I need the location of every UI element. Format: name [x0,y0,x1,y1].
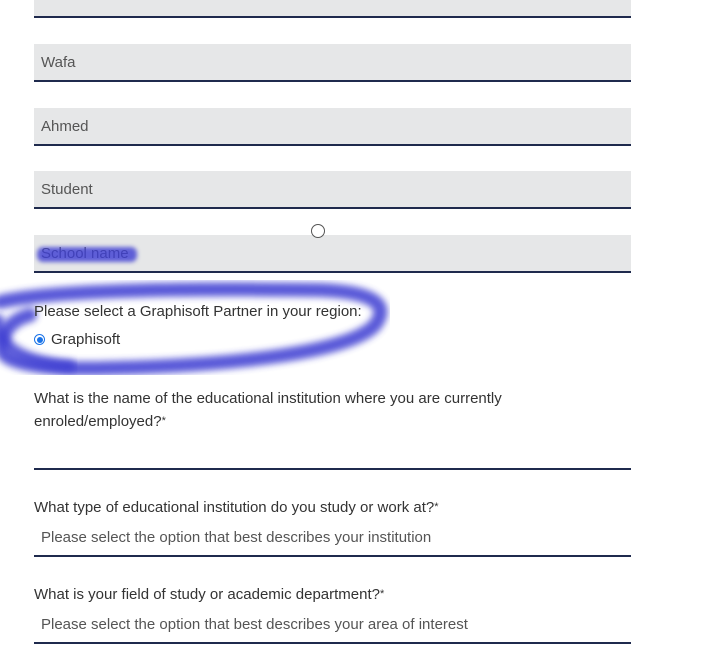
scribble-annotation [0,282,388,375]
previous-field[interactable] [34,0,631,18]
first-name-field[interactable]: Wafa [34,44,631,82]
field-of-study-select[interactable]: Please select the option that best descr… [34,613,631,644]
institution-question-text: What is the name of the educational inst… [34,390,502,430]
required-marker: * [434,501,439,513]
last-name-field[interactable]: Ahmed [34,108,631,146]
partner-question-label: Please select a Graphisoft Partner in yo… [34,303,362,320]
role-field[interactable]: Student [34,171,631,209]
partner-radio-option[interactable]: Graphisoft [34,331,120,348]
institution-name-input[interactable] [34,440,631,470]
role-value: Student [41,180,93,198]
last-name-value: Ahmed [41,117,89,135]
institution-type-text: What type of educational institution do … [34,499,435,516]
field-of-study-label: What is your field of study or academic … [34,583,384,606]
institution-type-label: What type of educational institution do … [34,496,439,519]
required-marker: * [161,415,166,427]
school-value-obscured: School name [41,244,129,262]
school-field[interactable]: School name [34,235,631,273]
registration-form: Wafa Ahmed Student School name Please se… [0,0,719,660]
institution-type-select[interactable]: Please select the option that best descr… [34,526,631,557]
first-name-value: Wafa [41,53,76,71]
mouse-cursor-icon [311,224,325,238]
institution-question-label: What is the name of the educational inst… [34,387,554,433]
radio-selected-icon[interactable] [34,334,45,345]
partner-option-label: Graphisoft [51,331,121,348]
required-marker: * [380,588,385,600]
field-of-study-placeholder: Please select the option that best descr… [41,616,468,633]
field-of-study-text: What is your field of study or academic … [34,586,380,603]
institution-type-placeholder: Please select the option that best descr… [41,529,432,546]
